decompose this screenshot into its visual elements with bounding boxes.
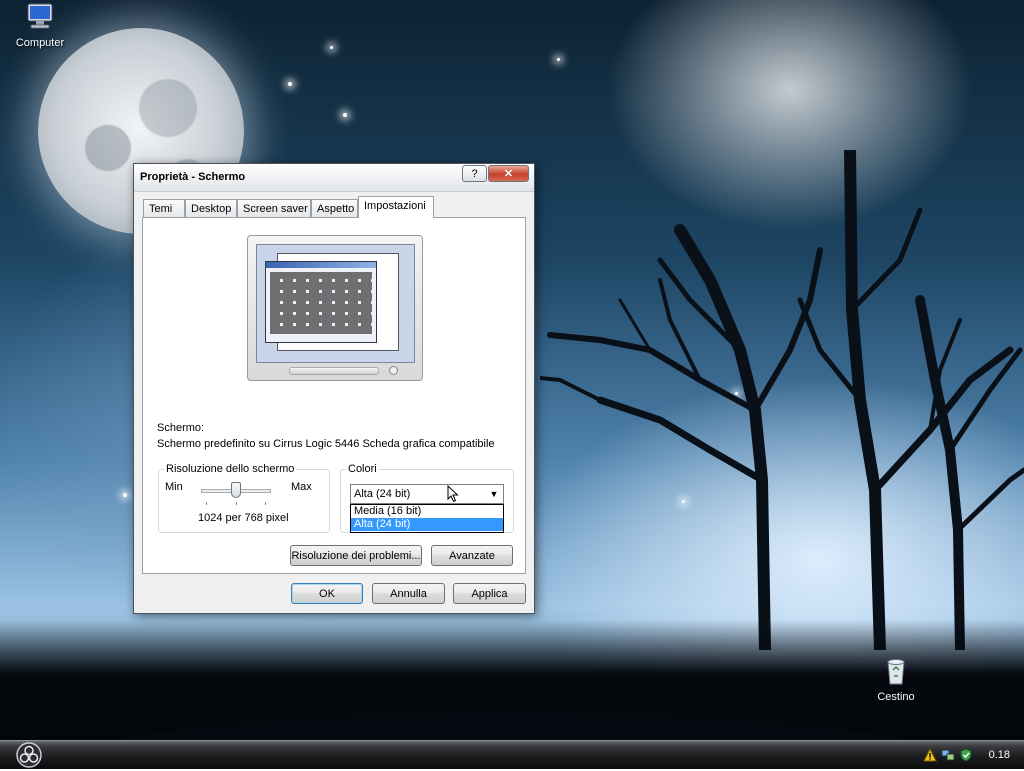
apply-button[interactable]: Applica [453, 583, 526, 604]
security-shield-icon[interactable] [959, 748, 973, 762]
display-adapter-name: Schermo predefinito su Cirrus Logic 5446… [157, 438, 495, 450]
tab-impostazioni[interactable]: Impostazioni [358, 196, 434, 218]
color-option-medium[interactable]: Media (16 bit) [351, 505, 503, 518]
taskbar: 0.18 [0, 740, 1024, 769]
computer-desktop-icon[interactable]: Computer [0, 2, 80, 49]
color-quality-list: Media (16 bit) Alta (24 bit) [350, 504, 504, 533]
tab-label: Impostazioni [364, 200, 426, 212]
tab-aspetto[interactable]: Aspetto [311, 199, 358, 217]
warning-icon[interactable] [922, 747, 937, 762]
troubleshoot-label: Risoluzione dei problemi... [291, 549, 421, 562]
apply-label: Applica [471, 587, 508, 600]
start-orb-icon [16, 742, 42, 768]
help-icon: ? [471, 167, 478, 180]
star [288, 82, 292, 86]
trees-silhouette [540, 150, 1024, 650]
advanced-button[interactable]: Avanzate [431, 545, 513, 566]
recycle-bin-icon-label: Cestino [877, 691, 915, 703]
dialog-title: Proprietà - Schermo [140, 171, 246, 183]
preview-window [265, 261, 377, 343]
monitor-screen-preview [256, 244, 415, 363]
ok-label: OK [319, 587, 335, 600]
monitor-preview [247, 235, 424, 382]
ok-button[interactable]: OK [291, 583, 363, 604]
recycle-bin-icon [887, 659, 905, 685]
tab-desktop[interactable]: Desktop [185, 199, 237, 217]
color-option-high[interactable]: Alta (24 bit) [351, 518, 503, 531]
star [343, 113, 347, 117]
computer-icon-label: Computer [15, 37, 65, 49]
slider-tick [206, 502, 207, 505]
recycle-bin-desktop-icon[interactable]: Cestino [856, 656, 936, 703]
display-properties-dialog: Proprietà - Schermo ? ✕ Temi Desktop Scr… [133, 163, 535, 614]
resolution-max-label: Max [291, 481, 312, 493]
network-icon[interactable] [941, 748, 955, 762]
tab-temi[interactable]: Temi [143, 199, 185, 217]
help-button[interactable]: ? [462, 165, 487, 182]
settings-tab-panel: Schermo: Schermo predefinito su Cirrus L… [142, 217, 526, 574]
display-label: Schermo: [157, 422, 205, 434]
resolution-legend: Risoluzione dello schermo [164, 463, 297, 475]
chevron-down-icon[interactable]: ▼ [485, 485, 503, 503]
star [557, 58, 560, 61]
tab-screen-saver[interactable]: Screen saver [237, 199, 311, 217]
slider-tick [236, 502, 237, 505]
tab-label: Desktop [191, 203, 232, 215]
mouse-pointer-icon [447, 485, 459, 503]
star [123, 493, 127, 497]
colors-legend: Colori [346, 463, 379, 475]
monitor-base [289, 367, 379, 375]
dialog-titlebar[interactable]: Proprietà - Schermo ? ✕ [134, 164, 534, 192]
computer-icon [27, 3, 53, 29]
star [330, 46, 333, 49]
monitor-power-led [389, 366, 398, 375]
start-button[interactable] [14, 742, 44, 768]
cancel-button[interactable]: Annulla [372, 583, 445, 604]
tab-label: Screen saver [243, 203, 308, 215]
troubleshoot-button[interactable]: Risoluzione dei problemi... [290, 545, 422, 566]
color-quality-dropdown[interactable]: Alta (24 bit) ▼ [350, 484, 504, 504]
slider-tick [265, 502, 266, 505]
resolution-value: 1024 per 768 pixel [198, 512, 289, 524]
system-tray: 0.18 [913, 741, 1024, 769]
clock[interactable]: 0.18 [989, 749, 1010, 761]
tab-label: Aspetto [317, 203, 355, 215]
color-quality-value: Alta (24 bit) [354, 488, 411, 500]
mouse-cursor-icon [457, 204, 469, 222]
close-icon: ✕ [503, 168, 514, 180]
advanced-label: Avanzate [449, 549, 495, 562]
cancel-label: Annulla [390, 587, 427, 600]
resolution-min-label: Min [165, 481, 183, 493]
close-button[interactable]: ✕ [488, 165, 529, 182]
tab-label: Temi [149, 203, 173, 215]
resolution-slider-thumb[interactable] [231, 482, 241, 498]
